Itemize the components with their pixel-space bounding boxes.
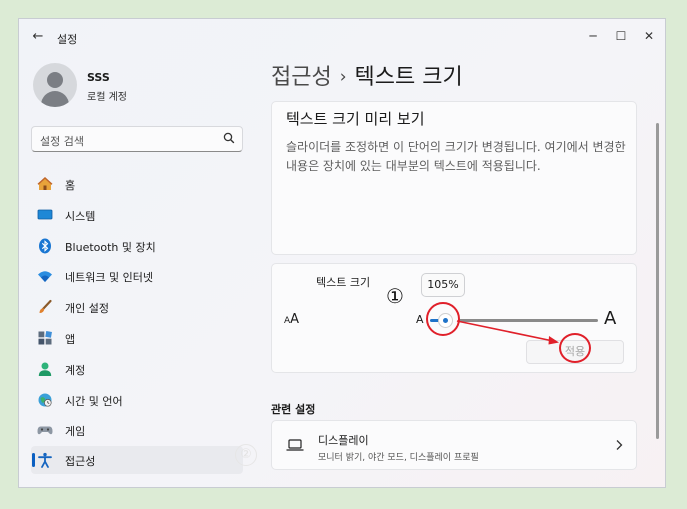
annotation-step-one: ① — [386, 284, 404, 308]
slider-max-label: A — [604, 308, 617, 329]
page-title: 텍스트 크기 — [354, 65, 463, 90]
annotation-step-two: ② — [235, 444, 257, 466]
sidebar-item-accessibility[interactable]: 접근성 — [31, 446, 243, 474]
apps-icon — [38, 331, 52, 345]
sidebar-item-label: 시간 및 언어 — [65, 395, 123, 408]
profile-name: SSS — [87, 71, 110, 84]
display-subtitle: 모니터 밝기, 야간 모드, 디스플레이 프로필 — [318, 453, 479, 463]
sidebar-item-label: Bluetooth 및 장치 — [65, 241, 156, 254]
globe-clock-icon — [38, 393, 52, 407]
person-icon — [38, 362, 52, 376]
sidebar-item-label: 개인 설정 — [65, 302, 109, 315]
gamepad-icon — [37, 426, 53, 435]
back-button[interactable]: ← — [27, 27, 49, 47]
sidebar-item-time-language[interactable]: 시간 및 언어 — [31, 386, 243, 414]
related-settings-heading: 관련 설정 — [271, 403, 316, 416]
sidebar-item-system[interactable]: 시스템 — [31, 201, 243, 229]
search-icon — [223, 132, 235, 144]
sidebar-item-label: 접근성 — [65, 455, 96, 468]
app-title: 설정 — [57, 33, 78, 46]
title-bar: ← 설정 ─ ☐ ✕ — [19, 19, 665, 55]
slider-min-label: A — [416, 313, 424, 326]
sidebar-item-label: 계정 — [65, 364, 86, 377]
sidebar-item-personalization[interactable]: 개인 설정 — [31, 293, 243, 321]
preview-title: 텍스트 크기 미리 보기 — [286, 110, 425, 128]
maximize-button[interactable]: ☐ — [608, 25, 634, 47]
breadcrumb-parent[interactable]: 접근성 — [271, 65, 332, 90]
sidebar-item-label: 홈 — [65, 179, 76, 192]
monitor-icon — [37, 209, 53, 220]
profile-account-type: 로컬 계정 — [87, 92, 127, 103]
sidebar-item-accounts[interactable]: 계정 — [31, 355, 243, 383]
display-settings-link[interactable]: 디스플레이 모니터 밝기, 야간 모드, 디스플레이 프로필 — [271, 420, 637, 470]
active-indicator — [32, 453, 35, 467]
breadcrumb: 접근성 › 텍스트 크기 — [271, 59, 463, 91]
preview-body: 슬라이더를 조정하면 이 단어의 크기가 변경됩니다. 여기에서 변경한 내용은… — [286, 140, 626, 173]
avatar-body-shape — [41, 91, 69, 107]
sidebar-item-label: 시스템 — [65, 210, 96, 223]
brush-icon — [39, 299, 52, 313]
settings-window: ← 설정 ─ ☐ ✕ SSS 로컬 계정 설정 검색 홈 시스템 Bluetoo… — [18, 18, 666, 488]
sidebar-item-label: 앱 — [65, 333, 76, 346]
breadcrumb-separator: › — [339, 67, 347, 87]
display-title: 디스플레이 — [318, 434, 369, 447]
scrollbar[interactable] — [656, 123, 659, 439]
laptop-icon — [286, 439, 304, 451]
sidebar-item-label: 게임 — [65, 425, 86, 438]
sidebar-item-label: 네트워크 및 인터넷 — [65, 271, 153, 284]
avatar-head-shape — [47, 72, 63, 88]
text-size-icon: AA — [284, 312, 300, 327]
annotation-arrow — [456, 320, 559, 345]
avatar[interactable] — [33, 63, 77, 107]
slider-value-tooltip: 105% — [421, 273, 465, 297]
home-icon — [37, 177, 53, 190]
sidebar-item-home[interactable]: 홈 — [31, 170, 243, 198]
wifi-icon — [38, 271, 52, 282]
search-input[interactable]: 설정 검색 — [31, 126, 243, 152]
sidebar-item-gaming[interactable]: 게임 — [31, 416, 243, 444]
bluetooth-icon — [39, 238, 51, 254]
text-size-label: 텍스트 크기 — [316, 276, 371, 289]
sidebar-item-apps[interactable]: 앱 — [31, 324, 243, 352]
sidebar-item-network[interactable]: 네트워크 및 인터넷 — [31, 262, 243, 290]
chevron-right-icon — [616, 440, 623, 450]
sidebar-item-bluetooth[interactable]: Bluetooth 및 장치 — [31, 232, 243, 260]
search-placeholder: 설정 검색 — [40, 135, 84, 148]
minimize-button[interactable]: ─ — [580, 25, 606, 47]
accessibility-icon — [38, 452, 52, 468]
close-button[interactable]: ✕ — [636, 25, 662, 47]
text-size-preview-card: 텍스트 크기 미리 보기 슬라이더를 조정하면 이 단어의 크기가 변경됩니다.… — [271, 101, 637, 255]
